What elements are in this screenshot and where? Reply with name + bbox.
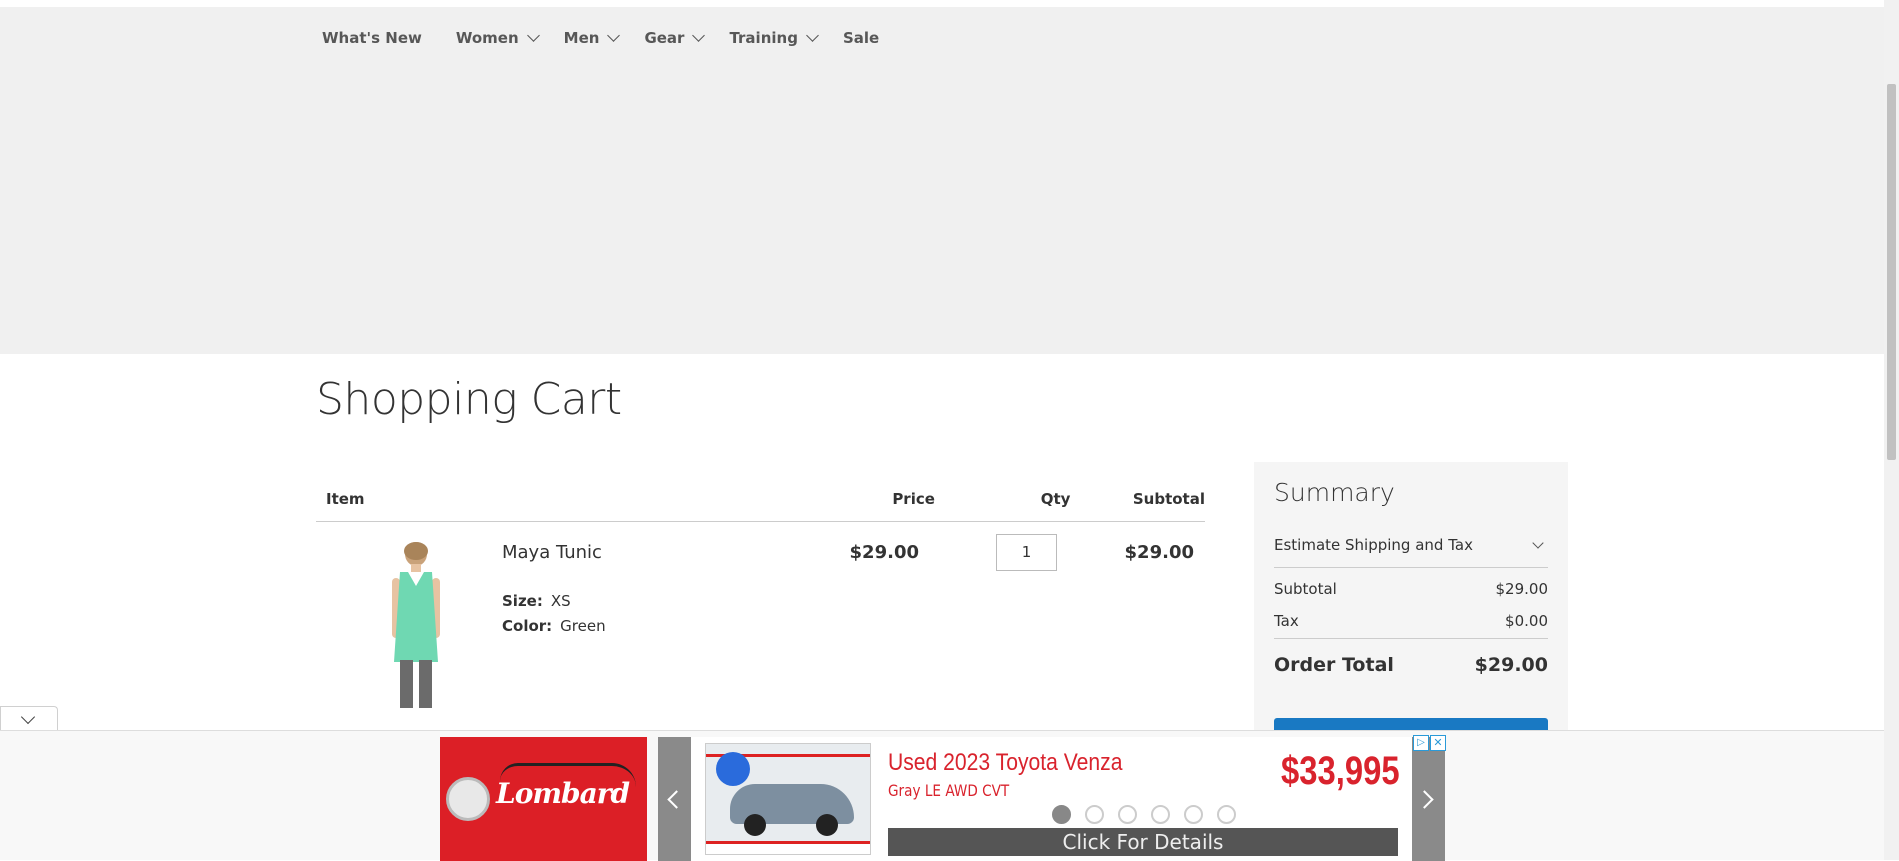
order-total-label: Order Total	[1274, 654, 1394, 676]
nav-item-gear[interactable]: Gear	[644, 29, 706, 47]
carousel-dot[interactable]	[1151, 805, 1170, 824]
page-scrollbar[interactable]	[1884, 0, 1899, 860]
summary-divider	[1274, 638, 1548, 639]
nav-item-men[interactable]: Men	[563, 29, 621, 47]
order-total: Order Total $29.00	[1274, 654, 1548, 676]
column-header-price: Price	[892, 489, 935, 508]
nav-area: What's New Women Men Gear Training Sale	[0, 7, 1884, 354]
nav-item-sale[interactable]: Sale	[843, 29, 879, 47]
option-label: Size:	[502, 592, 543, 610]
cart-table-header: Item Price Qty Subtotal	[316, 476, 1205, 522]
nav-item-women[interactable]: Women	[455, 29, 540, 47]
carousel-dot[interactable]	[1052, 805, 1071, 824]
chevron-left-icon	[667, 790, 686, 809]
estimate-shipping-label: Estimate Shipping and Tax	[1274, 535, 1473, 554]
nav-item-label: Sale	[842, 29, 880, 47]
badge-icon	[716, 752, 750, 786]
ad-banner: Lombard Used 2023 Toyota Venza Gray LE A…	[0, 730, 1884, 861]
chevron-down-icon	[20, 709, 36, 725]
close-icon[interactable]: ✕	[1430, 735, 1446, 751]
estimate-shipping-toggle[interactable]: Estimate Shipping and Tax	[1274, 530, 1548, 568]
chevron-down-icon	[1532, 536, 1544, 549]
quantity-input[interactable]: 1	[996, 534, 1057, 571]
ad-next-button[interactable]	[1412, 737, 1445, 861]
carousel-dot[interactable]	[1184, 805, 1203, 824]
car-image	[705, 743, 871, 855]
adchoices-icon[interactable]: ▷	[1413, 735, 1429, 751]
seal-icon	[446, 777, 490, 821]
carousel-dot[interactable]	[1118, 805, 1137, 824]
chevron-down-icon	[806, 29, 819, 42]
ad-brand-name: Lombard	[496, 777, 630, 810]
chevron-down-icon	[526, 29, 540, 42]
product-option-color: Color: Green	[502, 617, 606, 635]
item-price: $29.00	[849, 542, 919, 563]
nav-item-label: Training	[729, 29, 798, 47]
cart-table: Item Price Qty Subtotal Maya Tunic Size:…	[316, 476, 1205, 712]
subtotal-label: Subtotal	[1274, 580, 1337, 598]
column-header-item: Item	[326, 489, 365, 508]
scrollbar-thumb[interactable]	[1887, 84, 1896, 460]
option-label: Color:	[502, 617, 553, 635]
nav-item-whats-new[interactable]: What's New	[322, 29, 422, 47]
column-header-qty: Qty	[1040, 489, 1071, 508]
summary-subtotal: Subtotal $29.00	[1274, 580, 1548, 598]
summary-tax: Tax $0.00	[1274, 612, 1548, 630]
carousel-dot[interactable]	[1085, 805, 1104, 824]
ad-title: Used 2023 Toyota Venza	[888, 749, 1123, 776]
chevron-down-icon	[607, 29, 621, 42]
ad-price: $33,995	[1281, 749, 1400, 793]
product-option-size: Size: XS	[502, 592, 571, 610]
nav-item-training[interactable]: Training	[729, 29, 819, 47]
nav-item-label: What's New	[322, 29, 422, 47]
ad-brand-logo[interactable]: Lombard	[440, 737, 647, 861]
column-header-subtotal: Subtotal	[1132, 489, 1205, 508]
order-total-value: $29.00	[1474, 654, 1548, 676]
product-name[interactable]: Maya Tunic	[502, 542, 602, 563]
chevron-right-icon	[1415, 790, 1434, 809]
tax-label: Tax	[1274, 612, 1299, 630]
chevron-down-icon	[692, 29, 706, 42]
nav-item-label: Gear	[644, 29, 685, 47]
ad-prev-button[interactable]	[658, 737, 691, 861]
top-strip	[0, 0, 1884, 7]
product-image[interactable]	[356, 542, 476, 712]
tax-value: $0.00	[1505, 612, 1548, 630]
ad-slide[interactable]: Used 2023 Toyota Venza Gray LE AWD CVT $…	[691, 737, 1412, 861]
ad-subtitle: Gray LE AWD CVT	[888, 781, 1010, 800]
ad-collapse-button[interactable]	[0, 706, 58, 730]
cart-summary: Summary Estimate Shipping and Tax Subtot…	[1254, 462, 1568, 732]
nav-item-label: Women	[455, 29, 519, 47]
ad-carousel-dots	[1052, 805, 1250, 824]
main-navigation: What's New Women Men Gear Training Sale	[322, 29, 913, 47]
summary-title: Summary	[1274, 478, 1395, 507]
subtotal-value: $29.00	[1495, 580, 1549, 598]
item-subtotal: $29.00	[1124, 542, 1194, 563]
option-value: XS	[550, 592, 571, 610]
page-title: Shopping Cart	[316, 374, 622, 425]
carousel-dot[interactable]	[1217, 805, 1236, 824]
nav-item-label: Men	[563, 29, 600, 47]
option-value: Green	[560, 617, 606, 635]
cart-item-row: Maya Tunic Size: XS Color: Green $29.00 1 …	[316, 522, 1205, 712]
ad-cta-button[interactable]: Click For Details	[888, 828, 1398, 856]
